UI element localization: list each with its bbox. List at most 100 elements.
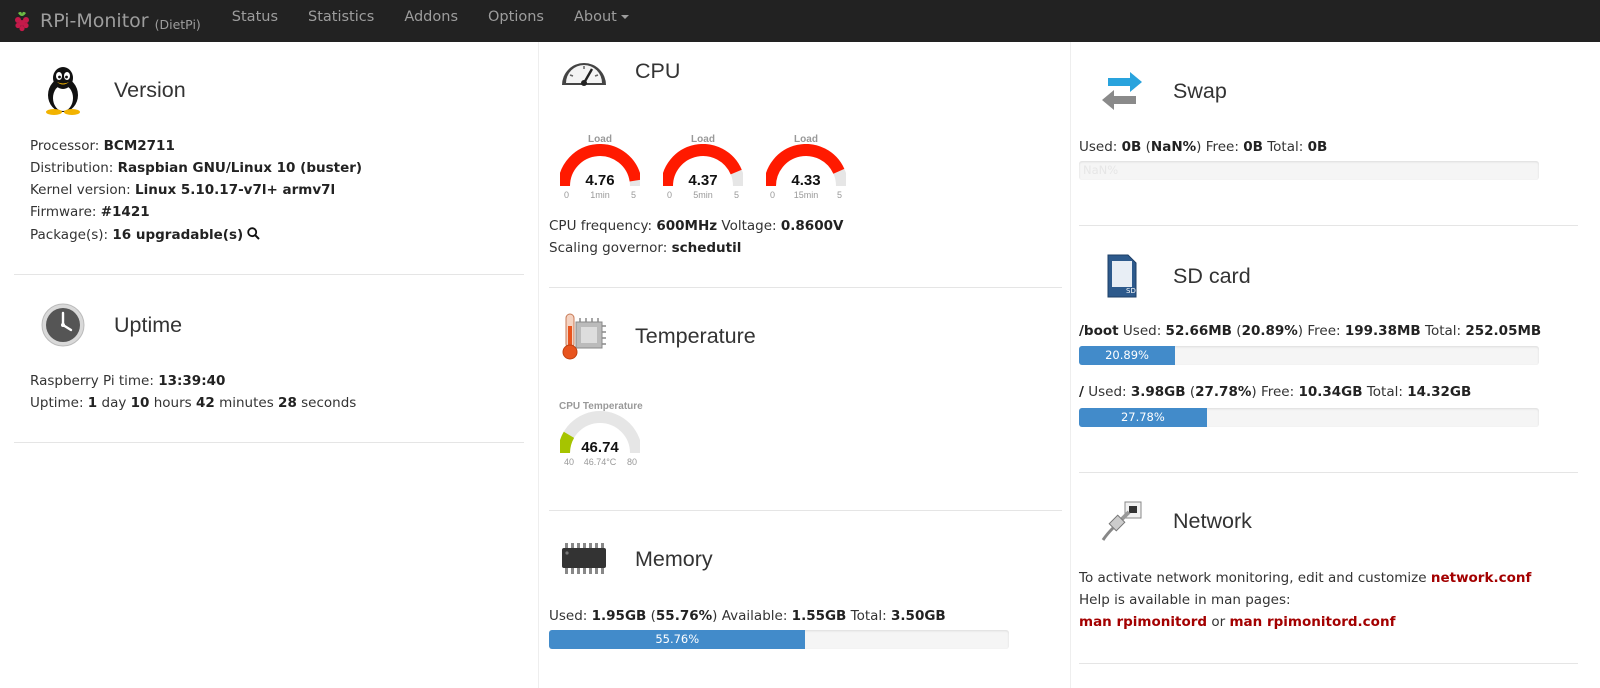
firmware-label: Firmware:	[30, 204, 97, 220]
nav-addons[interactable]: Addons	[389, 0, 473, 42]
swap-panel: Swap Used: 0B (NaN%) Free: 0B Total: 0B …	[1079, 42, 1578, 226]
kernel-line: Kernel version: Linux 5.10.17-v7l+ armv7…	[30, 182, 335, 198]
root-percent-value: 27.78%	[1195, 384, 1252, 400]
root-free-label: Free:	[1260, 384, 1295, 400]
boot-used-value: 52.66MB	[1165, 323, 1232, 339]
nav-status[interactable]: Status	[217, 0, 293, 42]
network-conf-link[interactable]: network.conf	[1431, 570, 1532, 586]
column-left: Version Processor: BCM2711 Distribution:…	[0, 42, 538, 688]
temperature-header: Temperature	[557, 309, 756, 363]
network-panel: Network To activate network monitoring, …	[1079, 474, 1578, 664]
kernel-value: Linux 5.10.17-v7l+ armv7l	[135, 182, 336, 198]
processor-value: BCM2711	[103, 138, 175, 154]
root-usage-line: / Used: 3.98GB (27.78%) Free: 10.34GB To…	[1079, 384, 1471, 400]
gauge-max: 5	[631, 190, 637, 200]
raspberry-icon	[15, 11, 29, 32]
man-rpimonitord-link[interactable]: man rpimonitord	[1079, 614, 1207, 630]
memory-total-value: 3.50GB	[891, 608, 946, 624]
root-used-value: 3.98GB	[1130, 384, 1186, 400]
swap-progress: NaN%	[1079, 161, 1539, 180]
uptime-header: Uptime	[36, 298, 182, 352]
swap-used-label: Used:	[1079, 139, 1118, 155]
sdcard-title: SD card	[1173, 263, 1251, 288]
tux-penguin-icon	[36, 63, 90, 117]
memory-usage-line: Used: 1.95GB (55.76%) Available: 1.55GB …	[549, 608, 946, 624]
boot-progress: 20.89%	[1079, 346, 1539, 365]
processor-label: Processor:	[30, 138, 100, 154]
pi-time-label: Raspberry Pi time:	[30, 373, 154, 389]
scaling-governor-value: schedutil	[671, 240, 742, 256]
root-total-label: Total:	[1366, 384, 1403, 400]
memory-progress: 55.76%	[549, 630, 1009, 649]
processor-line: Processor: BCM2711	[30, 138, 175, 154]
boot-usage-line: /boot Used: 52.66MB (20.89%) Free: 199.3…	[1079, 323, 1541, 339]
swap-header: Swap	[1095, 64, 1227, 118]
network-info-text: To activate network monitoring, edit and…	[1079, 570, 1427, 586]
nav-statistics[interactable]: Statistics	[293, 0, 389, 42]
boot-used-label: Used:	[1122, 323, 1162, 339]
network-info-line-1: To activate network monitoring, edit and…	[1079, 570, 1531, 586]
search-icon[interactable]	[247, 227, 260, 240]
clock-icon	[36, 298, 90, 352]
swap-progress-bar: NaN%	[1083, 163, 1119, 177]
cpu-frequency-value: 600MHz	[656, 218, 718, 234]
temperature-title: Temperature	[635, 323, 756, 348]
root-percent-close: )	[1251, 384, 1257, 400]
uptime-seconds: 28	[278, 395, 297, 411]
network-info-line-2: Help is available in man pages:	[1079, 592, 1291, 608]
memory-percent-value: 55.76%	[655, 608, 713, 624]
version-title: Version	[114, 77, 186, 102]
cpu-voltage-label: Voltage:	[721, 218, 777, 234]
network-header: Network	[1095, 494, 1252, 548]
sdcard-header: SD SD card	[1095, 249, 1251, 303]
cpu-panel: CPU Load 4.76 0 1min 5 Load 4.37 0 5min …	[549, 42, 1062, 288]
man-rpimonitord-conf-link[interactable]: man rpimonitord.conf	[1229, 614, 1395, 630]
swap-arrows-icon	[1095, 64, 1149, 118]
root-progress-bar: 27.78%	[1079, 408, 1207, 427]
brand-link[interactable]: RPi-Monitor (DietPi)	[12, 10, 201, 32]
column-right: Swap Used: 0B (NaN%) Free: 0B Total: 0B …	[1070, 42, 1600, 688]
nav-about[interactable]: About	[559, 0, 644, 42]
cpu-load-gauge-15min: Load 4.33 0 15min 5	[761, 134, 851, 214]
root-free-value: 10.34GB	[1298, 384, 1363, 400]
network-title: Network	[1173, 508, 1252, 533]
scaling-governor-label: Scaling governor:	[549, 240, 668, 256]
gauge-value: 4.37	[688, 172, 718, 189]
version-header: Version	[36, 63, 186, 117]
uptime-days-unit: day	[101, 395, 127, 411]
root-progress: 27.78%	[1079, 408, 1539, 427]
nav-options[interactable]: Options	[473, 0, 559, 42]
cpu-frequency-label: CPU frequency:	[549, 218, 653, 234]
navbar: RPi-Monitor (DietPi) Status Statistics A…	[0, 0, 1600, 42]
memory-progress-bar: 55.76%	[549, 630, 806, 649]
version-panel: Version Processor: BCM2711 Distribution:…	[14, 42, 524, 275]
memory-used-value: 1.95GB	[591, 608, 647, 624]
gauge-max: 80	[627, 457, 638, 467]
kernel-label: Kernel version:	[30, 182, 131, 198]
memory-header: Memory	[557, 532, 713, 586]
pi-time-value: 13:39:40	[158, 373, 226, 389]
distribution-line: Distribution: Raspbian GNU/Linux 10 (bus…	[30, 160, 362, 176]
swap-free-value: 0B	[1243, 139, 1263, 155]
thermometer-chip-icon	[557, 309, 611, 363]
memory-title: Memory	[635, 546, 713, 571]
main-nav: Status Statistics Addons Options About	[217, 0, 644, 42]
gauge-max: 5	[734, 190, 740, 200]
network-info-line-3: man rpimonitord or man rpimonitord.conf	[1079, 614, 1395, 630]
caret-down-icon	[620, 15, 629, 19]
distribution-value: Raspbian GNU/Linux 10 (buster)	[117, 160, 363, 176]
gauge-value: 4.76	[585, 172, 615, 189]
root-total-value: 14.32GB	[1407, 384, 1472, 400]
cpu-load-gauge-1min: Load 4.76 0 1min 5	[555, 134, 645, 214]
swap-title: Swap	[1173, 78, 1227, 103]
cpu-voltage-value: 0.8600V	[780, 218, 844, 234]
uptime-title: Uptime	[114, 312, 183, 337]
memory-available-value: 1.55GB	[791, 608, 847, 624]
memory-available-label: Available:	[721, 608, 788, 624]
memory-panel: Memory Used: 1.95GB (55.76%) Available: …	[549, 512, 1062, 688]
uptime-seconds-unit: seconds	[301, 395, 357, 411]
uptime-minutes: 42	[196, 395, 215, 411]
distribution-label: Distribution:	[30, 160, 114, 176]
boot-percent-close: )	[1297, 323, 1304, 339]
column-middle: CPU Load 4.76 0 1min 5 Load 4.37 0 5min …	[538, 42, 1070, 688]
